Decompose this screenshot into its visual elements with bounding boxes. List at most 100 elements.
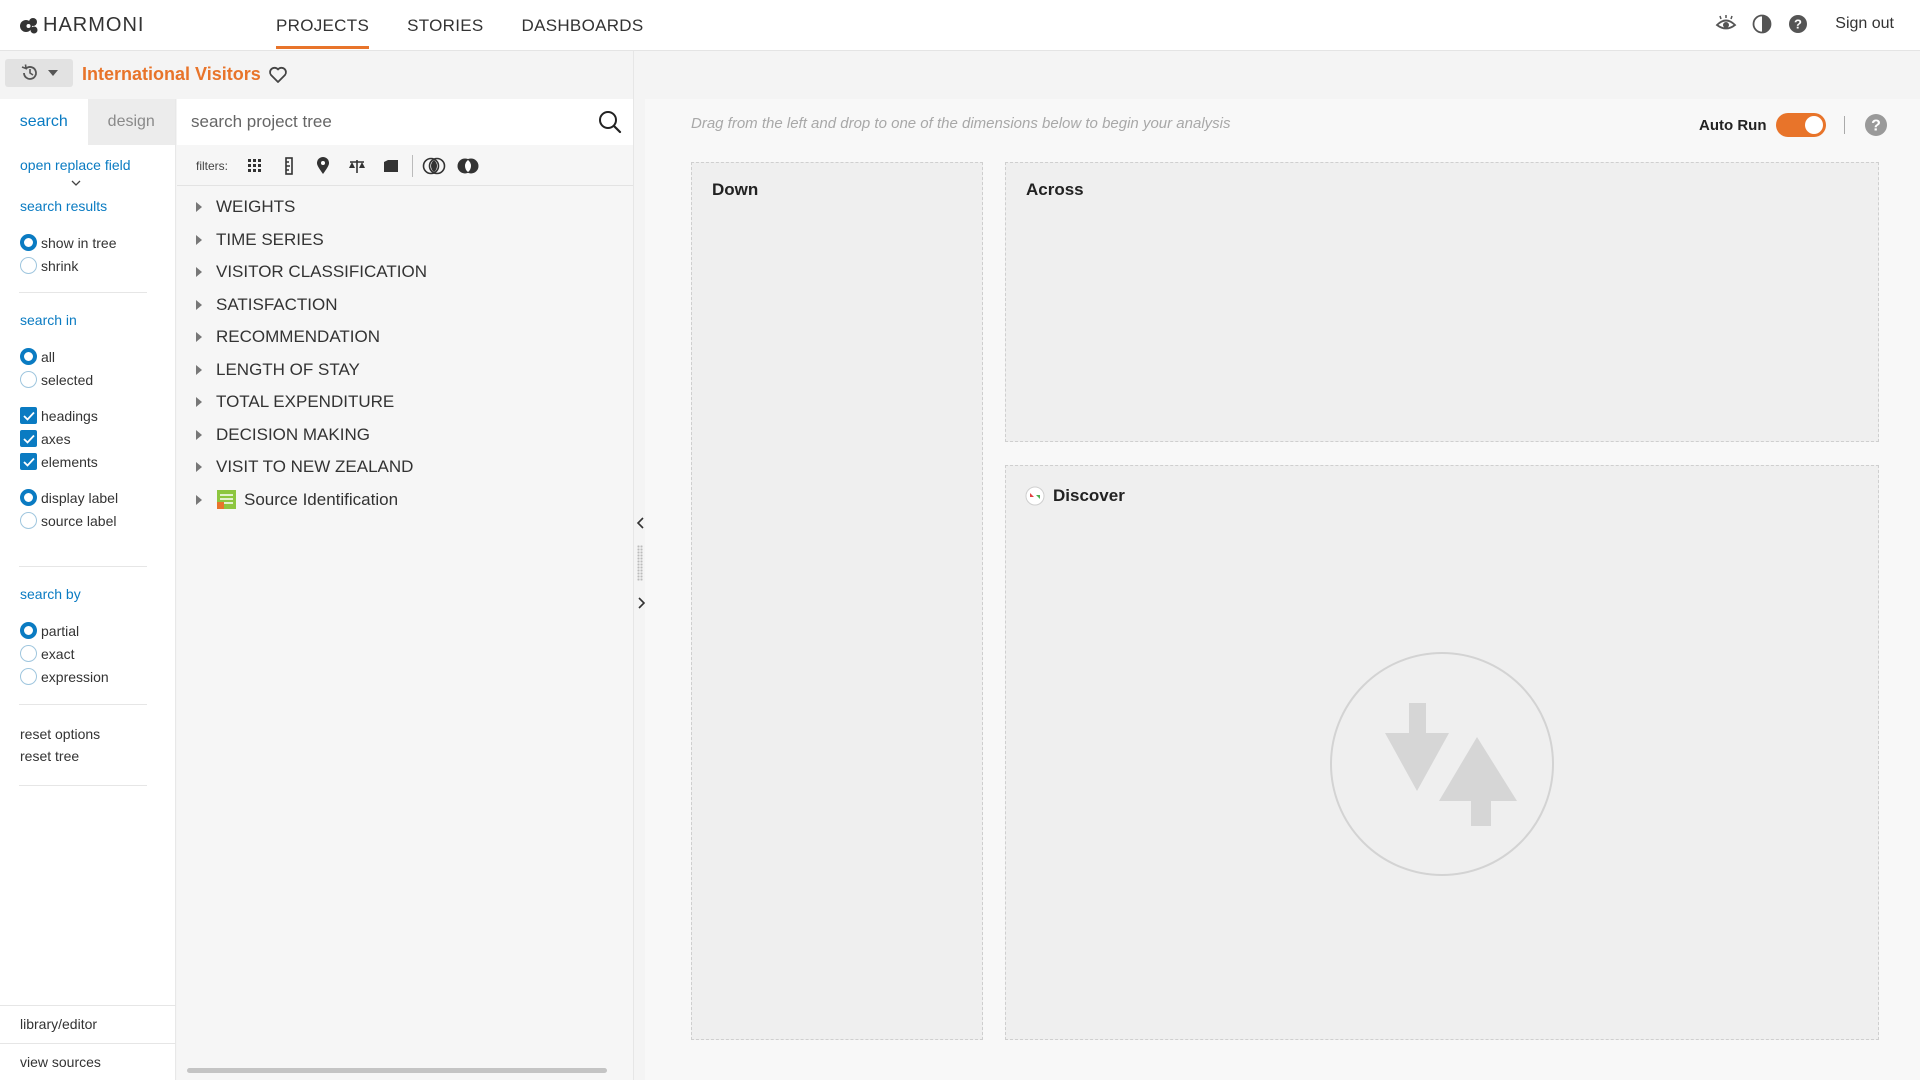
tree-node-recommendation[interactable]: RECOMMENDATION <box>196 321 427 354</box>
tree-search-input[interactable] <box>191 107 581 137</box>
tree-node-source-identification[interactable]: Source Identification <box>196 484 427 517</box>
expand-arrow-icon[interactable] <box>196 234 202 245</box>
tree-node-weights[interactable]: WEIGHTS <box>196 191 427 224</box>
help-icon[interactable]: ? <box>1787 13 1809 35</box>
drag-handle[interactable] <box>637 545 643 581</box>
expand-arrow-icon[interactable] <box>196 299 202 310</box>
radio-unselected[interactable] <box>20 257 37 274</box>
search-icon[interactable] <box>597 109 623 135</box>
divider <box>19 704 147 705</box>
chevron-down-icon[interactable] <box>71 180 81 186</box>
ruler-filter-icon[interactable] <box>276 155 302 177</box>
tab-search[interactable]: search <box>0 99 88 145</box>
option-expression[interactable]: expression <box>20 665 109 688</box>
tree-search-box <box>177 99 633 145</box>
option-show-in-tree[interactable]: show in tree <box>20 231 116 254</box>
search-options-panel: search design open replace field search … <box>0 99 176 1080</box>
radio-unselected[interactable] <box>20 645 37 662</box>
tree-node-visit-to-new-zealand[interactable]: VISIT TO NEW ZEALAND <box>196 451 427 484</box>
reset-tree-link[interactable]: reset tree <box>20 745 100 767</box>
horizontal-scrollbar[interactable] <box>187 1068 617 1074</box>
svg-text:?: ? <box>1871 118 1881 135</box>
radio-unselected[interactable] <box>20 371 37 388</box>
expand-arrow-icon[interactable] <box>196 332 202 343</box>
drop-zone-down[interactable]: Down <box>691 162 983 1040</box>
auto-run-control: Auto Run <box>1699 113 1846 137</box>
check-elements[interactable]: elements <box>20 450 118 473</box>
option-display-label[interactable]: display label <box>20 486 118 509</box>
radio-selected[interactable] <box>20 489 37 506</box>
options-tabs: search design <box>0 99 175 145</box>
auto-run-toggle[interactable] <box>1776 113 1827 137</box>
scale-filter-icon[interactable] <box>344 155 370 177</box>
drop-zone-across[interactable]: Across <box>1005 162 1879 442</box>
radio-unselected[interactable] <box>20 512 37 529</box>
option-selected[interactable]: selected <box>20 368 118 391</box>
checkbox-checked-icon[interactable] <box>20 430 37 447</box>
drop-zone-discover[interactable]: Discover <box>1005 465 1879 1040</box>
nav-projects[interactable]: PROJECTS <box>276 0 370 51</box>
divider <box>177 185 633 186</box>
sign-out-link[interactable]: Sign out <box>1835 15 1894 33</box>
discover-icon <box>1025 486 1045 506</box>
expand-arrow-icon[interactable] <box>196 202 202 213</box>
option-partial[interactable]: partial <box>20 619 109 642</box>
tree-filters: filters: <box>196 154 481 178</box>
folder-filter-icon[interactable] <box>378 155 404 177</box>
library-editor-link[interactable]: library/editor <box>20 1013 97 1035</box>
panel-splitter[interactable] <box>633 51 646 1080</box>
tree-node-length-of-stay[interactable]: LENGTH OF STAY <box>196 354 427 387</box>
radio-selected[interactable] <box>20 234 37 251</box>
tree-node-time-series[interactable]: TIME SERIES <box>196 224 427 257</box>
drag-drop-arrows-icon <box>1330 652 1554 876</box>
checkbox-checked-icon[interactable] <box>20 453 37 470</box>
harmoni-logo-icon <box>20 17 38 33</box>
grid-filter-icon[interactable] <box>242 155 268 177</box>
check-headings[interactable]: headings <box>20 404 118 427</box>
radio-selected[interactable] <box>20 622 37 639</box>
logo[interactable]: HARMONI <box>19 14 144 37</box>
drag-hint: Drag from the left and drop to one of th… <box>691 115 1231 132</box>
check-axes[interactable]: axes <box>20 427 118 450</box>
option-source-label[interactable]: source label <box>20 509 118 532</box>
project-tree: WEIGHTS TIME SERIES VISITOR CLASSIFICATI… <box>196 191 427 516</box>
search-by-heading: search by <box>20 586 81 602</box>
location-pin-filter-icon[interactable] <box>310 155 336 177</box>
radio-selected[interactable] <box>20 348 37 365</box>
expand-arrow-icon[interactable] <box>196 462 202 473</box>
favorite-heart-icon[interactable] <box>268 65 288 85</box>
tree-node-decision-making[interactable]: DECISION MAKING <box>196 419 427 452</box>
help-icon[interactable]: ? <box>1864 113 1888 137</box>
tree-node-satisfaction[interactable]: SATISFACTION <box>196 289 427 322</box>
overlap-filter-icon[interactable] <box>421 155 447 177</box>
filter-separator <box>412 155 414 177</box>
history-button[interactable] <box>5 59 73 87</box>
tab-design[interactable]: design <box>87 99 175 145</box>
option-exact[interactable]: exact <box>20 642 109 665</box>
reset-options-link[interactable]: reset options <box>20 723 100 745</box>
nav-stories[interactable]: STORIES <box>407 0 483 51</box>
radio-unselected[interactable] <box>20 668 37 685</box>
scrollbar-thumb[interactable] <box>187 1068 607 1073</box>
divider <box>0 1005 176 1006</box>
expand-arrow-icon[interactable] <box>196 267 202 278</box>
tree-node-total-expenditure[interactable]: TOTAL EXPENDITURE <box>196 386 427 419</box>
tree-node-visitor-classification[interactable]: VISITOR CLASSIFICATION <box>196 256 427 289</box>
expand-arrow-icon[interactable] <box>196 494 202 505</box>
checkbox-checked-icon[interactable] <box>20 407 37 424</box>
filters-label: filters: <box>196 159 229 173</box>
drop-zone-label: Down <box>712 180 759 199</box>
expand-arrow-icon[interactable] <box>196 429 202 440</box>
expand-arrow-icon[interactable] <box>196 397 202 408</box>
exclude-filter-icon[interactable] <box>455 155 481 177</box>
option-shrink[interactable]: shrink <box>20 254 116 277</box>
nav-dashboards[interactable]: DASHBOARDS <box>522 0 644 51</box>
drop-zone-label: Across <box>1026 180 1084 199</box>
view-eye-icon[interactable] <box>1715 13 1737 35</box>
open-replace-field-link[interactable]: open replace field <box>20 157 131 173</box>
option-all[interactable]: all <box>20 345 118 368</box>
theme-contrast-icon[interactable] <box>1751 13 1773 35</box>
view-sources-link[interactable]: view sources <box>20 1051 101 1073</box>
expand-arrow-icon[interactable] <box>196 364 202 375</box>
logo-text: HARMONI <box>43 14 145 36</box>
